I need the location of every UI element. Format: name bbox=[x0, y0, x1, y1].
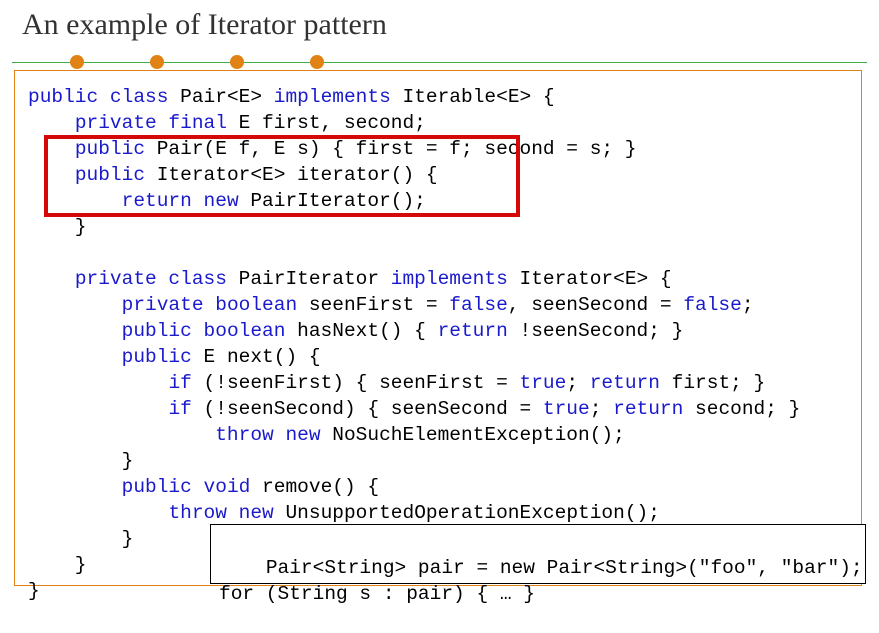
highlight-box bbox=[44, 135, 520, 217]
slide-title: An example of Iterator pattern bbox=[22, 8, 387, 42]
usage-line-2: for (String s : pair) { … } bbox=[219, 583, 535, 605]
progress-dot bbox=[230, 55, 244, 69]
progress-dot bbox=[310, 55, 324, 69]
progress-dot bbox=[70, 55, 84, 69]
progress-dot bbox=[150, 55, 164, 69]
usage-line-1: Pair<String> pair = new Pair<String>("fo… bbox=[266, 557, 863, 579]
divider-line bbox=[12, 62, 867, 63]
usage-box: Pair<String> pair = new Pair<String>("fo… bbox=[210, 524, 866, 584]
